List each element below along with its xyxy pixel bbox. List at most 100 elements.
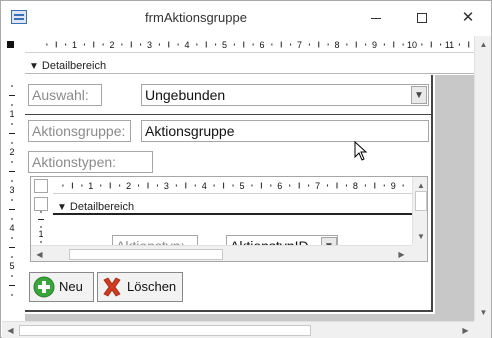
close-button[interactable]: ✕ [445,1,491,34]
plus-circle-icon [33,276,55,298]
ruler-number: 1 [9,109,14,119]
ruler-tick [393,41,395,48]
ruler-number: 4 [9,223,14,233]
ruler-tick [121,43,123,46]
ruler-tick [327,43,329,46]
ruler-tick [383,184,385,187]
subform-section-label: Detailbereich [69,201,135,213]
ruler-number: 5 [9,261,14,271]
maximize-icon [417,13,427,24]
ruler-number: 5 [222,40,227,50]
ruler-number: 4 [184,40,189,50]
scroll-up-icon[interactable]: ▲ [475,36,492,53]
subform-hscroll-thumb[interactable] [69,249,223,260]
ruler-tick [156,184,158,187]
ruler-tick [430,41,432,48]
ruler-number: 2 [9,147,14,157]
ruler-tick [280,41,282,48]
ruler-number: 8 [334,40,339,50]
ruler-number: 7 [297,40,302,50]
ruler-tick [102,43,104,46]
ruler-tick [138,184,140,187]
ruler-tick [346,43,348,46]
ruler-number: 2 [126,181,131,191]
aktionsgruppe-label[interactable]: Aktionsgruppe: [28,120,131,142]
minimize-button[interactable] [353,1,399,34]
subform-vscroll-thumb[interactable] [415,191,427,211]
ruler-number: 5 [239,181,244,191]
maximize-button[interactable] [399,1,445,34]
ruler-tick [46,43,48,46]
ruler-tick [147,182,149,189]
title-bar: frmAktionsgruppe ✕ [1,1,491,36]
ruler-tick [40,241,42,243]
ruler-tick [9,247,15,248]
subform-vertical-scrollbar[interactable]: ▲ ▼ [412,177,427,245]
ruler-tick [9,209,15,210]
ruler-tick [100,184,102,187]
ruler-tick [93,41,95,48]
auswahl-label[interactable]: Auswahl: [28,84,102,106]
subform-vertical-ruler[interactable]: 1 [31,196,51,250]
header-divider [25,114,433,115]
ruler-tick [213,184,215,187]
ruler-tick [65,43,67,46]
scroll-down-icon[interactable]: ▼ [413,228,427,245]
scroll-down-icon[interactable]: ▼ [475,304,492,321]
ruler-tick [365,43,367,46]
ruler-tick [11,85,13,87]
ruler-tick [383,43,385,46]
auswahl-combo[interactable]: Ungebunden [141,84,429,106]
ruler-tick [298,182,300,189]
ruler-number: 3 [164,181,169,191]
ruler-number: 10 [407,40,417,50]
ruler-tick [205,41,207,48]
scroll-left-icon[interactable]: ◀ [2,322,19,338]
ruler-corner[interactable] [2,36,22,53]
ruler-tick [55,41,57,48]
form-background-right [435,75,474,321]
chevron-down-icon: ▼ [414,90,424,101]
ruler-tick [270,184,272,187]
scroll-right-icon[interactable]: ▶ [457,322,474,338]
ruler-number: 6 [277,181,282,191]
ruler-tick [11,237,13,239]
ruler-number: 3 [9,185,14,195]
ruler-number: 9 [372,40,377,50]
subform-select-box[interactable] [34,179,48,193]
ruler-tick [11,294,13,296]
ruler-number: 9 [391,181,396,191]
horizontal-scrollbar[interactable]: ◀ ▶ [2,321,474,338]
auswahl-dropdown-button[interactable]: ▼ [411,86,427,104]
ruler-tick [62,184,64,187]
ruler-number: 6 [259,40,264,50]
ruler-tick [196,43,198,46]
horizontal-ruler[interactable]: 1 2 3 4 5 6 7 8 9 10 11 [25,36,474,53]
subform-horizontal-ruler[interactable]: 12345678910 [53,177,413,194]
delete-button[interactable]: Löschen [97,272,183,302]
new-button[interactable]: Neu [29,272,94,302]
hscroll-thumb[interactable] [19,325,311,336]
ruler-tick [168,41,170,48]
ruler-tick [11,161,13,163]
ruler-number: 3 [147,40,152,50]
subform-size-grip [412,245,427,261]
aktionstypen-subform[interactable]: 12345678910 1 ▼Detailbereich Aktionstyp:… [30,176,428,262]
ruler-tick [140,43,142,46]
ruler-tick [421,43,423,46]
detail-section-bar[interactable]: ▼ Detailbereich [25,58,474,74]
scroll-right-icon[interactable]: ▶ [393,246,410,261]
subform-section-collapse-icon: ▼ [57,202,67,213]
aktionstypen-label[interactable]: Aktionstypen: [28,151,153,173]
vertical-ruler[interactable]: 1 2 3 4 5 [2,56,22,321]
ruler-tick [336,182,338,189]
ruler-tick [440,43,442,46]
ruler-tick [458,43,460,46]
scroll-left-icon[interactable]: ◀ [31,246,48,261]
subform-horizontal-scrollbar[interactable]: ◀ ▶ [31,245,412,261]
aktionsgruppe-field[interactable]: Aktionsgruppe [141,120,429,142]
subform-detail-section-bar[interactable]: ▼ Detailbereich [53,199,413,215]
vertical-scrollbar[interactable]: ▲ ▼ [474,36,491,321]
ruler-number: 1 [88,181,93,191]
ruler-tick [175,184,177,187]
